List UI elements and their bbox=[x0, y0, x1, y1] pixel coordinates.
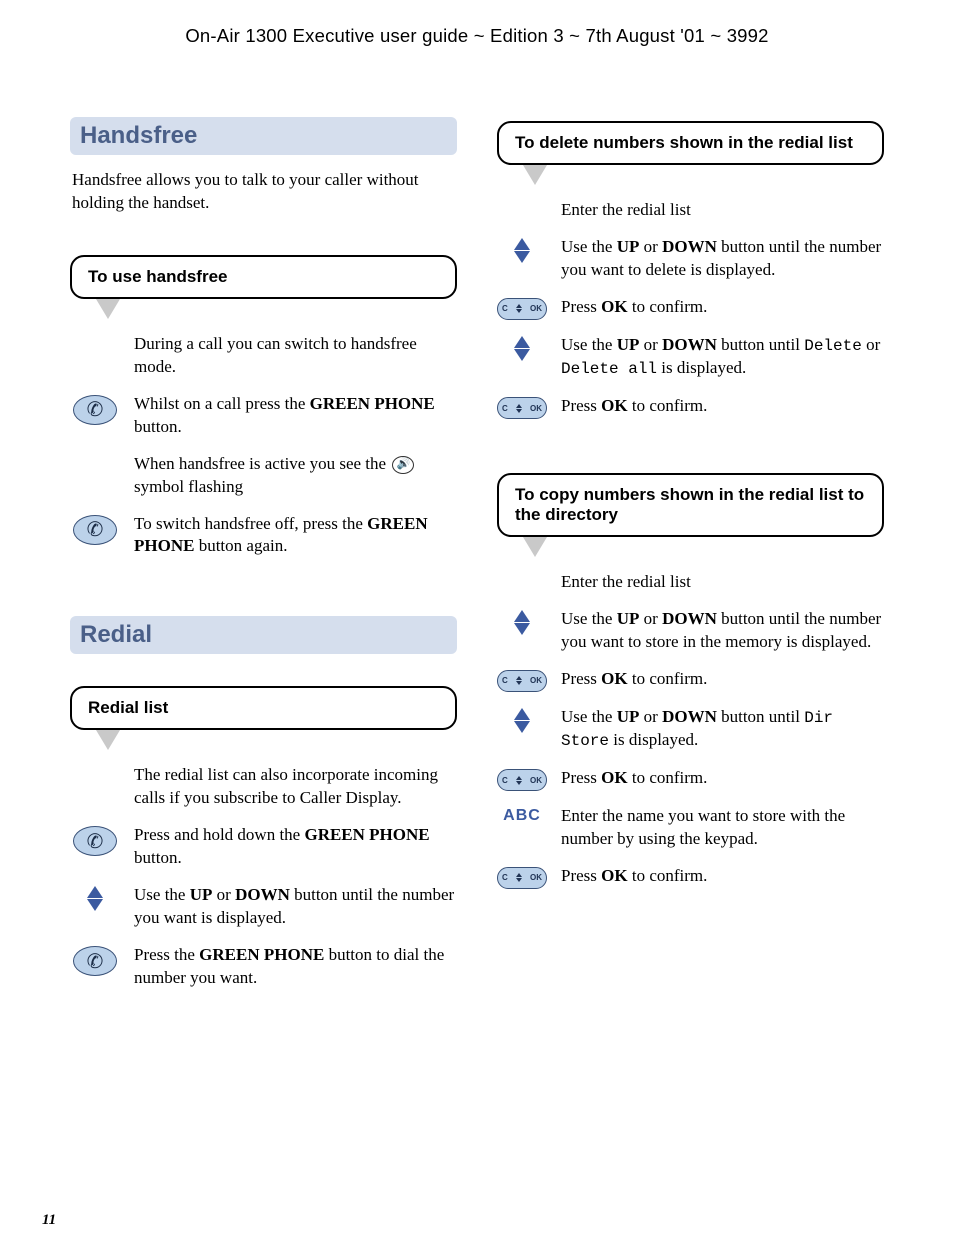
green-phone-icon: ✆ bbox=[73, 946, 117, 976]
handsfree-intro: Handsfree allows you to talk to your cal… bbox=[70, 169, 457, 215]
section-redial-title: Redial bbox=[70, 616, 457, 654]
up-down-icon bbox=[514, 238, 530, 263]
up-down-icon bbox=[87, 886, 103, 911]
step-text: When handsfree is active you see the 🔊 s… bbox=[134, 453, 457, 499]
step-text: Press OK to confirm. bbox=[561, 865, 884, 888]
up-down-icon bbox=[514, 336, 530, 361]
step-text: Whilst on a call press the GREEN PHONE b… bbox=[134, 393, 457, 439]
content-columns: Handsfree Handsfree allows you to talk t… bbox=[70, 117, 884, 1004]
step-text: Press OK to confirm. bbox=[561, 767, 884, 790]
right-column: To delete numbers shown in the redial li… bbox=[497, 117, 884, 1004]
callout-delete-redial: To delete numbers shown in the redial li… bbox=[497, 121, 884, 165]
step-text: Use the UP or DOWN button until the numb… bbox=[561, 608, 884, 654]
step: Enter the redial list bbox=[497, 571, 884, 594]
page-header: On-Air 1300 Executive user guide ~ Editi… bbox=[70, 25, 884, 47]
ok-button-icon: COK bbox=[497, 769, 547, 791]
speaker-icon: 🔊 bbox=[392, 456, 414, 474]
callout-pointer bbox=[523, 537, 547, 557]
step: During a call you can switch to handsfre… bbox=[70, 333, 457, 379]
abc-keypad-icon: ABC bbox=[503, 807, 541, 825]
step-text: Enter the redial list bbox=[561, 571, 884, 594]
step-text: Use the UP or DOWN button until Delete o… bbox=[561, 334, 884, 381]
green-phone-icon: ✆ bbox=[73, 826, 117, 856]
step-text: The redial list can also incorporate inc… bbox=[134, 764, 457, 810]
ok-button-icon: COK bbox=[497, 397, 547, 419]
section-handsfree-title: Handsfree bbox=[70, 117, 457, 155]
step: ✆ Press and hold down the GREEN PHONE bu… bbox=[70, 824, 457, 870]
page-number: 11 bbox=[42, 1212, 56, 1229]
step-text: Press OK to confirm. bbox=[561, 395, 884, 418]
step-text: Press OK to confirm. bbox=[561, 668, 884, 691]
step: COK Press OK to confirm. bbox=[497, 296, 884, 320]
step-text: Press the GREEN PHONE button to dial the… bbox=[134, 944, 457, 990]
step: The redial list can also incorporate inc… bbox=[70, 764, 457, 810]
green-phone-icon: ✆ bbox=[73, 395, 117, 425]
ok-button-icon: COK bbox=[497, 298, 547, 320]
callout-copy-redial: To copy numbers shown in the redial list… bbox=[497, 473, 884, 537]
step: Use the UP or DOWN button until the numb… bbox=[70, 884, 457, 930]
green-phone-icon: ✆ bbox=[73, 515, 117, 545]
step: Use the UP or DOWN button until Dir Stor… bbox=[497, 706, 884, 753]
ok-button-icon: COK bbox=[497, 670, 547, 692]
step: ✆ Press the GREEN PHONE button to dial t… bbox=[70, 944, 457, 990]
step: COK Press OK to confirm. bbox=[497, 668, 884, 692]
step-text: Press and hold down the GREEN PHONE butt… bbox=[134, 824, 457, 870]
step-text: To switch handsfree off, press the GREEN… bbox=[134, 513, 457, 559]
step-text: Press OK to confirm. bbox=[561, 296, 884, 319]
callout-use-handsfree: To use handsfree bbox=[70, 255, 457, 299]
step: ✆ Whilst on a call press the GREEN PHONE… bbox=[70, 393, 457, 439]
up-down-icon bbox=[514, 610, 530, 635]
step-text: During a call you can switch to handsfre… bbox=[134, 333, 457, 379]
step: Use the UP or DOWN button until the numb… bbox=[497, 608, 884, 654]
up-down-icon bbox=[514, 708, 530, 733]
step: Use the UP or DOWN button until Delete o… bbox=[497, 334, 884, 381]
callout-pointer bbox=[96, 299, 120, 319]
callout-pointer bbox=[523, 165, 547, 185]
step: ABC Enter the name you want to store wit… bbox=[497, 805, 884, 851]
step: Use the UP or DOWN button until the numb… bbox=[497, 236, 884, 282]
step-text: Use the UP or DOWN button until Dir Stor… bbox=[561, 706, 884, 753]
step: ✆ To switch handsfree off, press the GRE… bbox=[70, 513, 457, 559]
step-text: Enter the redial list bbox=[561, 199, 884, 222]
step-text: Use the UP or DOWN button until the numb… bbox=[561, 236, 884, 282]
step: COK Press OK to confirm. bbox=[497, 865, 884, 889]
step: COK Press OK to confirm. bbox=[497, 395, 884, 419]
step: When handsfree is active you see the 🔊 s… bbox=[70, 453, 457, 499]
left-column: Handsfree Handsfree allows you to talk t… bbox=[70, 117, 457, 1004]
step-text: Use the UP or DOWN button until the numb… bbox=[134, 884, 457, 930]
callout-pointer bbox=[96, 730, 120, 750]
step: Enter the redial list bbox=[497, 199, 884, 222]
step: COK Press OK to confirm. bbox=[497, 767, 884, 791]
ok-button-icon: COK bbox=[497, 867, 547, 889]
step-text: Enter the name you want to store with th… bbox=[561, 805, 884, 851]
callout-redial-list: Redial list bbox=[70, 686, 457, 730]
